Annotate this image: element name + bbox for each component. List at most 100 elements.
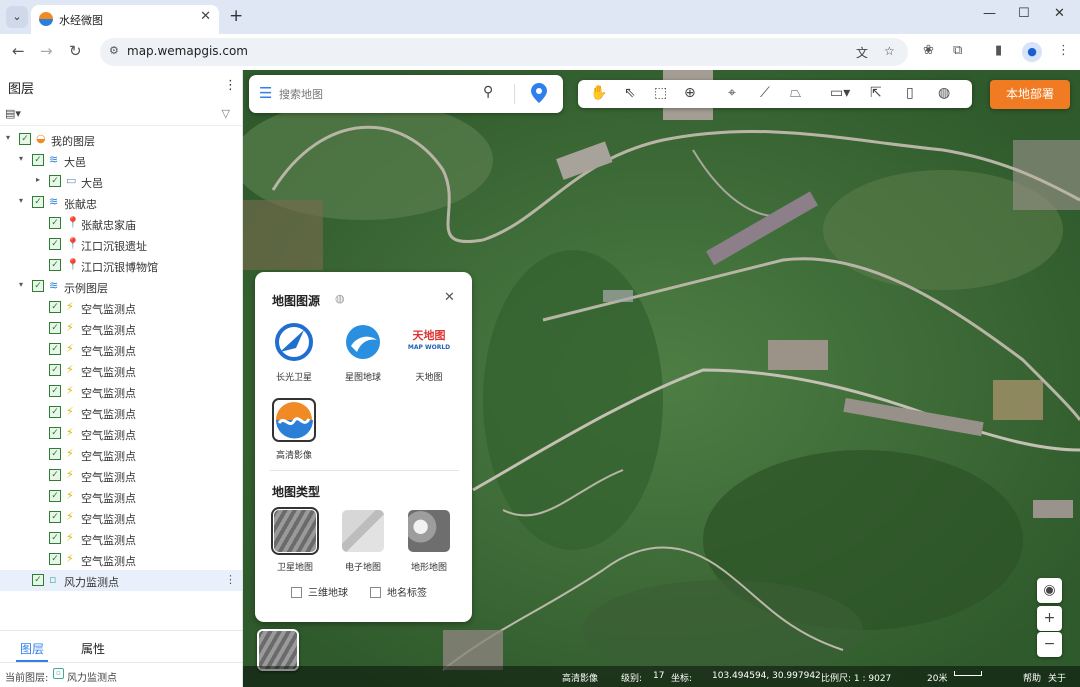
- layer-tree-row[interactable]: ✓ ⚡ 空气监测点: [0, 318, 242, 339]
- globe-icon[interactable]: ◍: [938, 85, 950, 101]
- layer-checkbox[interactable]: ✓: [49, 343, 61, 355]
- layer-checkbox[interactable]: ✓: [49, 259, 61, 271]
- layer-checkbox[interactable]: ✓: [49, 385, 61, 397]
- tab-close-icon[interactable]: ✕: [200, 9, 211, 24]
- map-search-input[interactable]: [279, 83, 479, 105]
- location-pin-icon[interactable]: [531, 83, 547, 103]
- forward-icon[interactable]: →: [40, 42, 53, 60]
- layer-checkbox[interactable]: ✓: [49, 553, 61, 565]
- layer-checkbox[interactable]: ✓: [32, 154, 44, 166]
- select-arrow-icon[interactable]: ⇖: [624, 85, 636, 101]
- layer-tree-row[interactable]: ▸ ✓ ▭ 大邑: [0, 171, 242, 192]
- new-tab-icon[interactable]: +: [229, 6, 243, 26]
- locate-me-icon[interactable]: ◉: [1037, 578, 1062, 603]
- layer-tree-row[interactable]: ✓ ⚡ 空气监测点: [0, 465, 242, 486]
- layer-checkbox[interactable]: ✓: [49, 427, 61, 439]
- layer-checkbox[interactable]: ✓: [49, 511, 61, 523]
- profile-avatar-icon[interactable]: ●: [1022, 42, 1042, 62]
- map-view[interactable]: ☰ ⚲ ✋ ⇖ ⬚ ⊕ ⌖ ⟋ ⏢ ▭▾ ⇱ ▯ ◍ 本地部署 地图图源 ◍ ✕…: [243, 70, 1080, 687]
- site-info-icon[interactable]: ⚙: [109, 44, 119, 57]
- layer-checkbox[interactable]: ✓: [49, 175, 61, 187]
- tab-layers[interactable]: 图层: [15, 640, 49, 662]
- type-satellite[interactable]: 卫星地图: [269, 507, 321, 576]
- box-select-icon[interactable]: ⬚: [654, 85, 667, 101]
- layer-checkbox[interactable]: ✓: [49, 448, 61, 460]
- pan-hand-icon[interactable]: ✋: [590, 85, 607, 101]
- layer-tree-row[interactable]: ▾ ✓ ≋ 示例图层: [0, 276, 242, 297]
- layer-checkbox[interactable]: ✓: [49, 406, 61, 418]
- tablet-icon[interactable]: ▯: [906, 85, 914, 101]
- layer-checkbox[interactable]: ✓: [32, 196, 44, 208]
- row-more-icon[interactable]: ⋮: [225, 573, 236, 586]
- expand-arrow-icon[interactable]: ▾: [19, 154, 23, 163]
- layer-tree-row[interactable]: ▾ ✓ ≋ 大邑: [0, 150, 242, 171]
- layer-tree-row[interactable]: ✓ ⚡ 空气监测点: [0, 528, 242, 549]
- marker-icon[interactable]: ⌖: [728, 85, 736, 101]
- checkbox-place-labels[interactable]: 地名标签: [370, 584, 427, 599]
- layer-checkbox[interactable]: ✓: [49, 364, 61, 376]
- source-geovis[interactable]: 星图地球: [337, 320, 389, 386]
- layer-checkbox[interactable]: ✓: [49, 532, 61, 544]
- puzzle-extensions-icon[interactable]: ⧉: [953, 43, 962, 58]
- extension-icon[interactable]: ❀: [923, 43, 934, 58]
- polygon-icon[interactable]: ⏢: [790, 85, 801, 101]
- address-bar[interactable]: ⚙ map.wemapgis.com 文 ☆: [100, 38, 908, 66]
- expand-arrow-icon[interactable]: ▾: [6, 133, 10, 142]
- url-text[interactable]: map.wemapgis.com: [127, 44, 248, 58]
- reload-icon[interactable]: ↻: [69, 42, 82, 60]
- layer-tree-row[interactable]: ✓ ⚡ 空气监测点: [0, 402, 242, 423]
- layer-tree-row[interactable]: ▾ ✓ ≋ 张献忠: [0, 192, 242, 213]
- close-window-icon[interactable]: ✕: [1054, 6, 1065, 21]
- layer-tree-row[interactable]: ✓ ⚡ 空气监测点: [0, 423, 242, 444]
- zoom-in-button[interactable]: +: [1037, 606, 1062, 631]
- layer-tree-row[interactable]: ✓ ⚡ 空气监测点: [0, 339, 242, 360]
- layer-tree-row[interactable]: ✓ ⚡ 空气监测点: [0, 549, 242, 570]
- layer-tree-row[interactable]: ✓ 📍 张献忠家庙: [0, 213, 242, 234]
- checkbox-3d-globe[interactable]: 三维地球: [291, 584, 348, 599]
- browser-menu-icon[interactable]: ⋮: [1057, 43, 1070, 58]
- layer-checkbox[interactable]: ✓: [49, 322, 61, 334]
- polyline-icon[interactable]: ⟋: [760, 85, 770, 101]
- source-changguang[interactable]: 长光卫星: [268, 320, 320, 386]
- layer-tree-row[interactable]: ✓ ⚡ 空气监测点: [0, 444, 242, 465]
- list-view-icon[interactable]: ▤▾: [5, 107, 21, 120]
- help-link[interactable]: 帮助: [1023, 671, 1041, 684]
- source-hd-imagery[interactable]: 高清影像: [268, 398, 320, 464]
- layer-checkbox[interactable]: ✓: [49, 301, 61, 313]
- zoom-region-icon[interactable]: ⊕: [684, 85, 696, 101]
- layer-checkbox[interactable]: ✓: [49, 469, 61, 481]
- type-terrain[interactable]: 地形地图: [403, 510, 455, 576]
- layer-tree-row[interactable]: ✓ ⚡ 空气监测点: [0, 381, 242, 402]
- minimize-icon[interactable]: —: [983, 6, 996, 21]
- layer-checkbox[interactable]: ✓: [49, 490, 61, 502]
- sidebar-more-icon[interactable]: ⋮: [224, 78, 237, 93]
- filter-icon[interactable]: ▽: [222, 107, 230, 120]
- layer-tree-row[interactable]: ▾ ✓ ◒ 我的图层: [0, 129, 242, 150]
- layer-checkbox[interactable]: ✓: [19, 133, 31, 145]
- translate-icon[interactable]: 文: [856, 44, 868, 61]
- expand-arrow-icon[interactable]: ▾: [19, 280, 23, 289]
- bookmark-star-icon[interactable]: ☆: [884, 44, 895, 58]
- layer-checkbox[interactable]: ✓: [32, 280, 44, 292]
- zoom-out-button[interactable]: −: [1037, 632, 1062, 657]
- source-tianditu[interactable]: 天地图 MAP WORLD 天地图: [403, 320, 455, 386]
- expand-arrow-icon[interactable]: ▾: [19, 196, 23, 205]
- back-icon[interactable]: ←: [12, 42, 25, 60]
- local-deploy-button[interactable]: 本地部署: [990, 80, 1070, 109]
- maximize-icon[interactable]: ☐: [1018, 6, 1030, 21]
- panel-close-icon[interactable]: ✕: [444, 290, 455, 305]
- layer-tree-row[interactable]: ✓ ⚡ 空气监测点: [0, 360, 242, 381]
- layer-tree-row[interactable]: ✓ ⚡ 空气监测点: [0, 507, 242, 528]
- layer-tree-row[interactable]: ✓ ⚡ 空气监测点: [0, 486, 242, 507]
- hamburger-menu-icon[interactable]: ☰: [259, 84, 272, 102]
- browser-tab[interactable]: 水经微图 ✕: [31, 5, 219, 34]
- checkbox-box[interactable]: [291, 587, 302, 598]
- tab-search-icon[interactable]: ⌄: [6, 6, 28, 28]
- tab-attributes[interactable]: 属性: [81, 640, 105, 657]
- layer-tree-row[interactable]: ✓ ▫ 风力监测点 ⋮: [0, 570, 242, 591]
- layer-checkbox[interactable]: ✓: [49, 217, 61, 229]
- layer-checkbox[interactable]: ✓: [49, 238, 61, 250]
- about-link[interactable]: 关于: [1048, 671, 1066, 684]
- basemap-switch-thumb[interactable]: [257, 629, 299, 671]
- layer-tree-row[interactable]: ✓ 📍 江口沉银遗址: [0, 234, 242, 255]
